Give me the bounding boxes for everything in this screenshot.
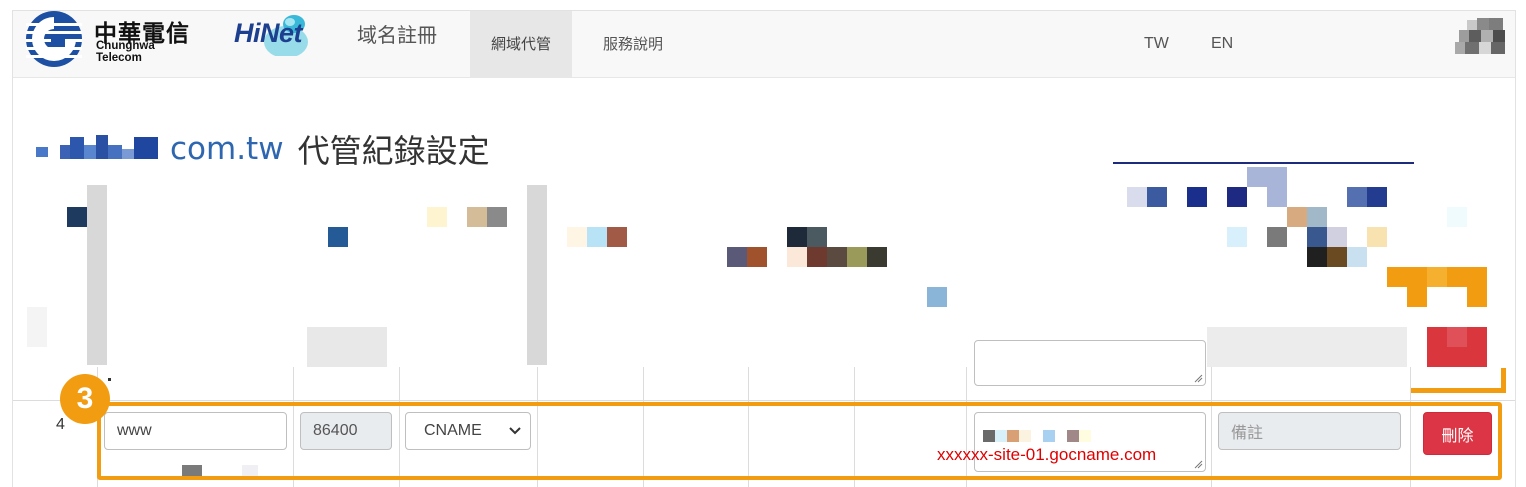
annotation-bracket [1411, 388, 1506, 393]
highlight-box [97, 402, 1502, 480]
page-heading: com.tw 代管紀錄設定 [36, 124, 490, 174]
hinet-logo-text: HiNet [234, 18, 303, 48]
domain-registration-link[interactable]: 域名註冊 [357, 19, 437, 48]
domain-suffix: com.tw [170, 131, 284, 167]
annotation-bracket [1501, 368, 1506, 393]
row-number: 4 [56, 416, 65, 433]
lang-tw-link[interactable]: TW [1144, 35, 1169, 53]
chunghwa-telecom-logo-icon [26, 11, 82, 67]
lang-en-link[interactable]: EN [1211, 35, 1233, 53]
tab-underline [1113, 162, 1414, 164]
resize-grip-icon [1194, 374, 1203, 383]
table-row-divider [13, 400, 1515, 401]
step-badge: 3 [60, 374, 110, 424]
page-title: 代管紀錄設定 [297, 132, 490, 170]
previous-row-value-textarea[interactable] [974, 340, 1206, 386]
redacted-domain-name [36, 135, 158, 163]
hinet-logo[interactable]: HiNet [220, 12, 355, 56]
brand-logo[interactable]: 中華電信 Chunghwa Telecom [24, 11, 202, 67]
nav-dns-hosting[interactable]: 網域代管 [470, 11, 573, 78]
user-avatar[interactable] [1455, 18, 1505, 56]
dot-marker [108, 378, 111, 381]
brand-name-en: Chunghwa Telecom [96, 40, 155, 64]
nav-service-info[interactable]: 服務說明 [582, 11, 684, 78]
